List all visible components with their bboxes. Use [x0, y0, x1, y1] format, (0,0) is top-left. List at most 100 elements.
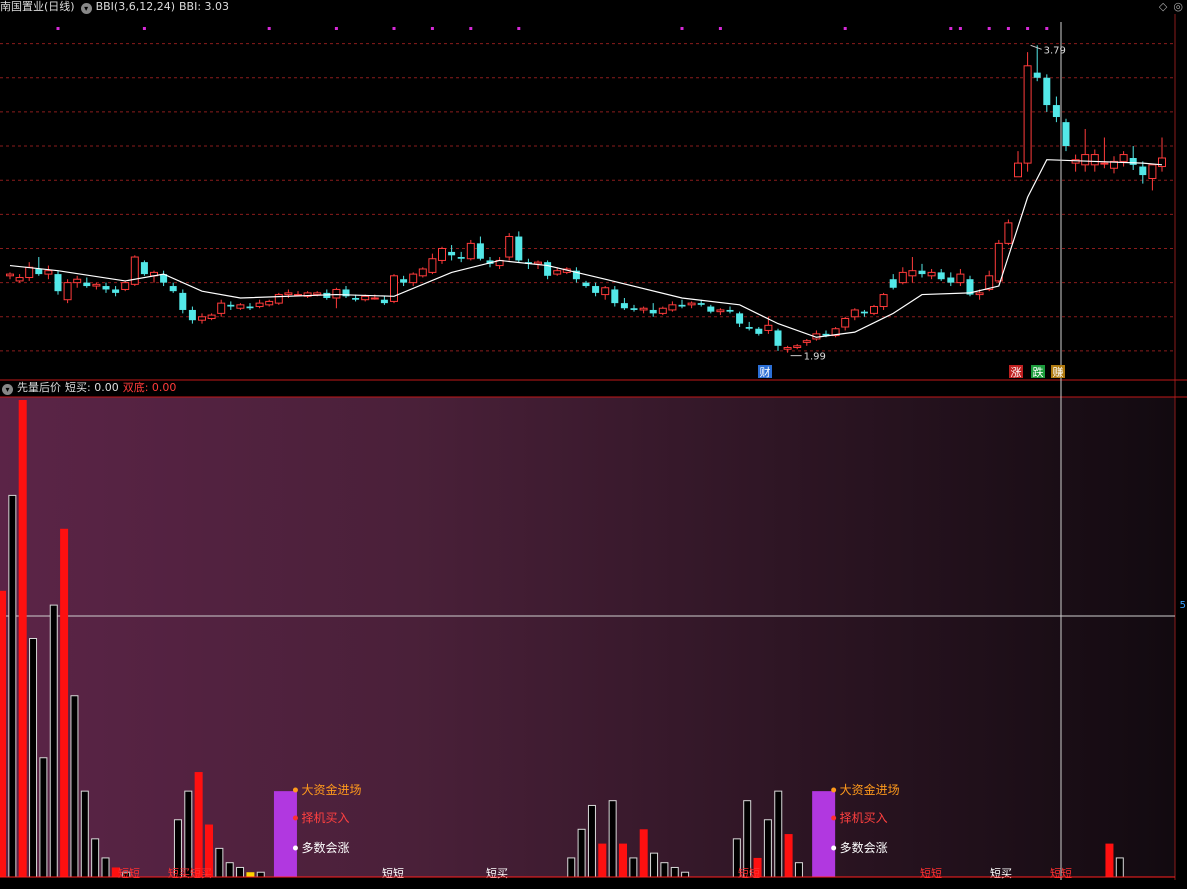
candle-body	[352, 298, 360, 300]
candle-body	[73, 278, 82, 284]
right-signal-big-fund: 大资金进场	[840, 782, 900, 797]
candle-body	[687, 302, 696, 306]
candle-body	[649, 309, 657, 314]
candle-body	[1014, 162, 1022, 178]
volume-bar	[598, 843, 607, 877]
signal-dot	[392, 27, 396, 30]
candle-body	[400, 279, 408, 283]
candle-body	[380, 299, 388, 304]
candle-body	[534, 261, 542, 265]
candle-body	[850, 309, 859, 318]
volume-bar	[225, 862, 234, 878]
candle-body	[418, 268, 427, 277]
low-price-label: 1.99	[804, 352, 826, 363]
candle-body	[783, 347, 792, 350]
signal-bar	[273, 791, 297, 877]
short-buy-label: 短短	[118, 866, 140, 880]
candle-body	[582, 282, 590, 287]
candle-body	[1148, 164, 1157, 179]
candle-body	[1033, 72, 1041, 78]
signal-dot	[987, 27, 991, 30]
candle-body	[265, 300, 274, 306]
candle-body	[611, 289, 619, 304]
signal-dot	[517, 27, 521, 30]
signal-dot	[334, 27, 338, 30]
candle-body	[726, 309, 734, 312]
candle-body	[92, 283, 101, 287]
candle-body	[716, 309, 725, 313]
candle-body	[639, 307, 648, 311]
volume-bar	[639, 829, 648, 877]
candle-body	[860, 311, 868, 314]
candle-body	[620, 303, 628, 309]
candle-body	[736, 313, 744, 324]
volume-bar	[246, 872, 255, 877]
volume-bar	[80, 790, 89, 878]
candle-body	[25, 266, 34, 279]
volume-bar	[660, 862, 669, 878]
volume-bar	[70, 695, 79, 878]
left-signal-choose-buy: 择机买入	[301, 811, 349, 825]
volume-bar	[215, 847, 224, 878]
signal-dot	[56, 27, 60, 30]
volume-bar	[577, 828, 586, 878]
volume-bar	[8, 494, 17, 878]
price-chart[interactable]: 3.79 1.99 财 涨跌赚大资金进场择机买入多数会涨 大资金进场择机买入多数会涨短短…	[0, 0, 1187, 889]
candle-body	[332, 288, 341, 299]
candle-body	[1081, 154, 1090, 166]
volume-bar	[49, 604, 58, 878]
signal-dot	[958, 27, 962, 30]
candle-body	[764, 324, 773, 331]
candle-body	[390, 275, 398, 302]
zhuan-marker: 赚	[1053, 365, 1064, 379]
candle-body	[745, 327, 753, 329]
candle-body	[44, 270, 53, 275]
volume-bar	[1115, 857, 1124, 878]
candle-body	[370, 297, 379, 300]
die-marker: 跌	[1033, 365, 1044, 379]
volume-bar	[619, 843, 627, 877]
candle-body	[284, 292, 293, 296]
volume-bar	[39, 757, 48, 878]
candle-body	[994, 242, 1003, 282]
short-buy-label: 短短	[1050, 866, 1072, 880]
candle-body	[63, 282, 72, 301]
volume-bar	[650, 852, 659, 878]
candle-body	[889, 279, 897, 288]
candle-body	[793, 345, 802, 349]
signal-dot	[1045, 27, 1049, 30]
signal-bar	[812, 791, 836, 877]
volume-bar	[587, 804, 596, 878]
left-signal-dot	[292, 787, 298, 793]
candle-body	[956, 273, 965, 284]
volume-bar	[236, 866, 245, 878]
volume-bar	[670, 866, 679, 878]
candle-body	[361, 295, 370, 301]
candle-body	[802, 340, 811, 343]
signal-dot	[142, 27, 146, 30]
candle-body	[1100, 162, 1109, 165]
zhang-marker: 涨	[1011, 366, 1022, 379]
candle-body	[707, 306, 715, 312]
signal-dot	[430, 27, 434, 30]
candle-body	[947, 277, 955, 283]
left-signal-majority-rise: 多数会涨	[301, 840, 349, 855]
signal-dot	[680, 27, 684, 30]
candle-body	[448, 251, 456, 256]
volume-bar	[629, 857, 638, 878]
candle-body	[1139, 166, 1147, 176]
volume-bar	[194, 772, 203, 877]
volume-bar	[60, 528, 69, 877]
signal-dot	[469, 27, 473, 30]
volume-bar	[0, 590, 6, 877]
signal-dot	[843, 27, 847, 30]
candle-body	[601, 287, 610, 296]
high-pointer	[1030, 44, 1042, 50]
candle-body	[515, 236, 523, 261]
volume-bar	[567, 857, 576, 878]
candle-body	[140, 262, 148, 275]
candle-body	[409, 273, 418, 284]
candle-body	[428, 258, 437, 273]
candle-body	[1090, 154, 1099, 166]
candle-body	[438, 247, 446, 261]
